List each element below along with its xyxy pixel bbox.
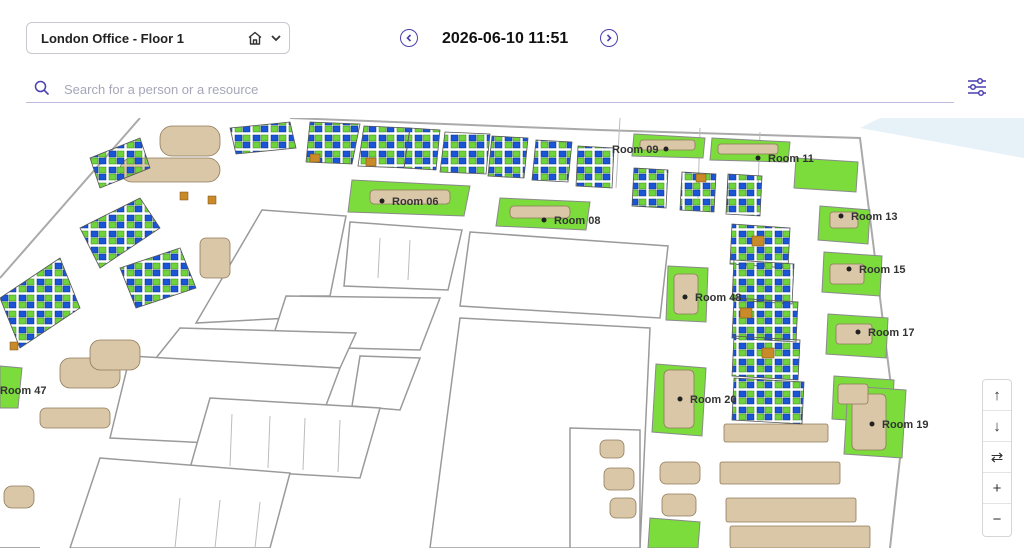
room-label[interactable]: Room 19: [882, 419, 928, 431]
chevron-left-icon: [406, 34, 412, 42]
desk-cluster[interactable]: [119, 247, 197, 309]
room-label[interactable]: Room 47: [0, 385, 46, 397]
desk-cluster[interactable]: [0, 257, 81, 349]
room-label[interactable]: Room 11: [768, 153, 814, 165]
pan-up-button[interactable]: ↑: [983, 380, 1011, 411]
desk-cluster[interactable]: [731, 297, 799, 343]
floor-selector[interactable]: London Office - Floor 1: [26, 22, 290, 54]
search-input[interactable]: [62, 78, 666, 100]
desk-cluster[interactable]: [631, 167, 669, 209]
swap-view-button[interactable]: ⇄: [983, 442, 1011, 473]
previous-date-button[interactable]: [400, 29, 418, 47]
desk-cluster[interactable]: [575, 145, 615, 189]
room-label[interactable]: Room 48: [695, 292, 741, 304]
chevron-down-icon[interactable]: [270, 32, 282, 44]
room-label[interactable]: Room 13: [851, 211, 897, 223]
desk-cluster[interactable]: [487, 135, 529, 179]
room-label[interactable]: Room 20: [690, 394, 736, 406]
search-bar: [26, 74, 954, 103]
home-icon[interactable]: [247, 30, 263, 46]
desk-cluster[interactable]: [725, 173, 763, 217]
floor-selector-label: London Office - Floor 1: [41, 31, 184, 46]
desk-cluster[interactable]: [731, 377, 805, 425]
desk-cluster[interactable]: [403, 127, 441, 171]
water-area: [860, 118, 1024, 158]
map-controls: ↑ ↓ ⇄ + −: [982, 379, 1012, 537]
current-datetime[interactable]: 2026-06-10 11:51: [442, 30, 568, 48]
desk-cluster[interactable]: [531, 139, 573, 183]
next-date-button[interactable]: [600, 29, 618, 47]
sliders-icon[interactable]: [966, 76, 988, 98]
search-icon: [34, 80, 50, 96]
pan-down-button[interactable]: ↓: [983, 411, 1011, 442]
room-label[interactable]: Room 09: [612, 144, 658, 156]
floor-plan-svg[interactable]: Room 06 Room 08 Room 09 Room 11 Room 13 …: [0, 118, 1024, 548]
floor-map[interactable]: Room 06 Room 08 Room 09 Room 11 Room 13 …: [0, 118, 1024, 548]
desk-cluster[interactable]: [439, 131, 491, 175]
desk-cluster[interactable]: [79, 197, 161, 269]
room-label[interactable]: Room 06: [392, 196, 438, 208]
chevron-right-icon: [606, 34, 612, 42]
zoom-in-button[interactable]: +: [983, 473, 1011, 504]
desk-cluster[interactable]: [229, 121, 297, 155]
top-bar: London Office - Floor 1 2026-06-10 11:51: [0, 0, 1024, 118]
room-label[interactable]: Room 17: [868, 327, 914, 339]
room-label[interactable]: Room 15: [859, 264, 905, 276]
zoom-out-button[interactable]: −: [983, 504, 1011, 535]
room-label[interactable]: Room 08: [554, 215, 600, 227]
